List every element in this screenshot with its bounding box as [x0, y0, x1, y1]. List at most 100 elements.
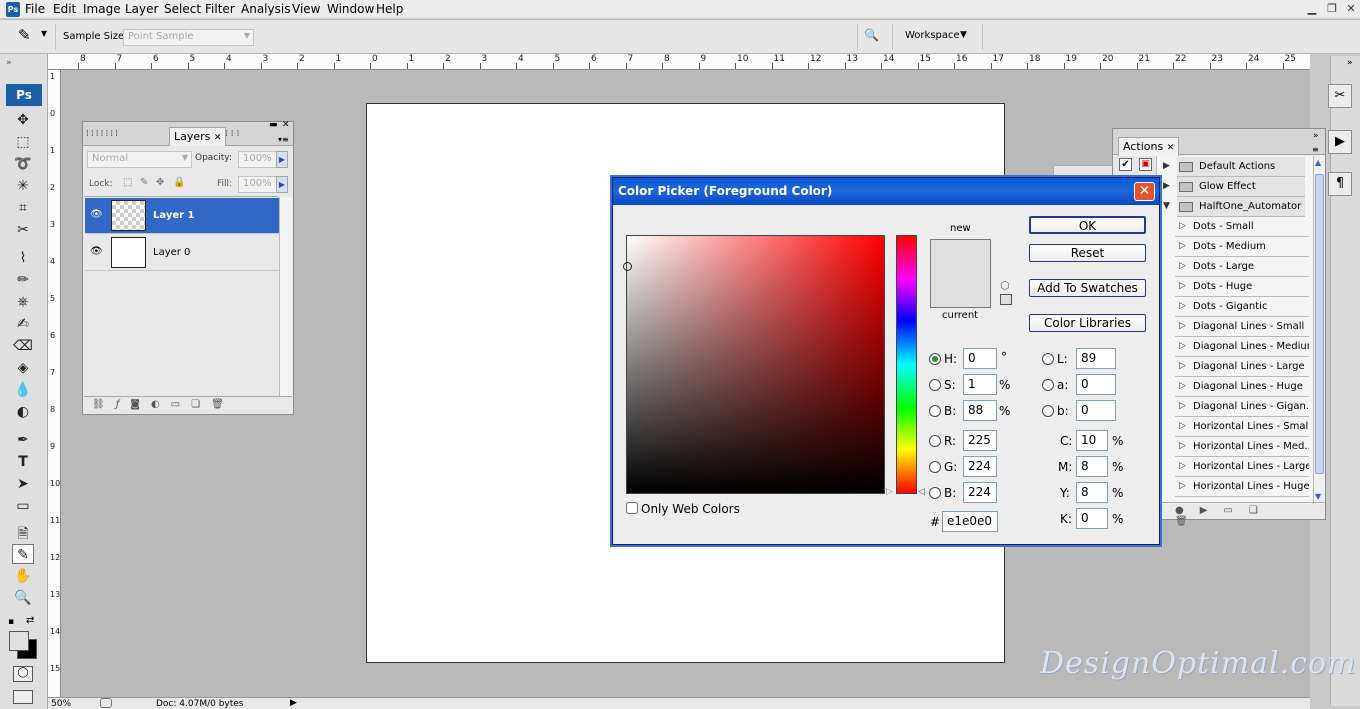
foreground-color-swatch[interactable] — [9, 631, 29, 651]
lock-position-icon[interactable]: ✥ — [156, 177, 164, 188]
delete-action-icon[interactable]: 🗑 — [1175, 516, 1204, 527]
eyedropper-icon[interactable]: ✎ — [18, 26, 31, 44]
hue-field[interactable]: 0 — [963, 348, 997, 369]
shape-tool-icon[interactable]: ▭ — [12, 496, 34, 516]
collapse-icon[interactable]: » — [1313, 131, 1319, 141]
fill-slider-icon[interactable]: ▶ — [276, 176, 288, 193]
workspace-button[interactable]: Workspace — [905, 30, 960, 41]
collapsed-triangle-icon[interactable]: ▷ — [1179, 281, 1186, 291]
play-icon[interactable]: ▶ — [1200, 505, 1224, 516]
action-row[interactable]: Diagonal Lines - Huge — [1175, 377, 1309, 397]
menu-help[interactable]: Help — [376, 2, 403, 16]
action-row[interactable]: Diagonal Lines - Small — [1175, 317, 1309, 337]
new-set-icon[interactable]: ▭ — [1223, 505, 1248, 516]
opacity-field[interactable]: 100% — [238, 151, 278, 168]
brush-tool-icon[interactable]: ✏ — [12, 270, 34, 290]
blur-tool-icon[interactable]: 💧 — [12, 380, 34, 400]
fill-field[interactable]: 100% — [238, 176, 278, 193]
collapsed-triangle-icon[interactable]: ▷ — [1179, 461, 1186, 471]
lab-b-field[interactable]: 0 — [1076, 400, 1116, 421]
collapsed-triangle-icon[interactable]: ▷ — [1179, 221, 1186, 231]
new-layer-icon[interactable]: ❏ — [191, 399, 211, 410]
lab-a-field[interactable]: 0 — [1076, 374, 1116, 395]
collapsed-triangle-icon[interactable]: ▷ — [1179, 381, 1186, 391]
status-icon[interactable] — [100, 698, 112, 708]
hue-slider[interactable] — [896, 235, 917, 494]
ps-logo-icon[interactable]: Ps — [6, 84, 42, 106]
action-row[interactable]: Diagonal Lines - Medium — [1175, 337, 1309, 357]
reset-button[interactable]: Reset — [1029, 244, 1146, 262]
red-radio[interactable] — [929, 435, 941, 447]
collapsed-triangle-icon[interactable]: ▷ — [1179, 361, 1186, 371]
action-row[interactable]: Dots - Huge — [1175, 277, 1309, 297]
lab-b-radio[interactable] — [1042, 405, 1054, 417]
toggle-item-checkbox[interactable]: ✔ — [1119, 158, 1132, 171]
hue-radio[interactable] — [929, 353, 941, 365]
black-field[interactable]: 0 — [1076, 508, 1108, 529]
collapsed-triangle-icon[interactable]: ▷ — [1179, 301, 1186, 311]
green-field[interactable]: 224 — [963, 456, 997, 477]
menu-image[interactable]: Image — [83, 2, 121, 16]
visibility-eye-icon[interactable]: 👁 — [90, 246, 103, 257]
tool-preset-dropdown-icon[interactable]: ▼ — [41, 29, 47, 38]
magenta-field[interactable]: 8 — [1076, 456, 1108, 477]
adjustment-layer-icon[interactable]: ◐ — [151, 399, 171, 410]
dialog-toggle-icon[interactable]: ▣ — [1139, 158, 1152, 171]
blue-field[interactable]: 224 — [963, 482, 997, 503]
add-to-swatches-button[interactable]: Add To Swatches — [1029, 279, 1146, 297]
paint-bucket-icon[interactable]: ◈ — [12, 358, 34, 378]
action-row[interactable]: Horizontal Lines - Med... — [1175, 437, 1309, 457]
fx-icon[interactable]: ƒ — [116, 399, 131, 410]
lock-transparent-icon[interactable]: ⬚ — [123, 177, 132, 188]
delete-layer-icon[interactable]: 🗑 — [211, 399, 235, 410]
web-safe-icon[interactable] — [1000, 294, 1012, 305]
expanded-triangle-icon[interactable]: ▼ — [1163, 201, 1170, 211]
layers-scrollbar[interactable] — [279, 197, 292, 397]
tab-actions[interactable]: Actions ✕ — [1118, 137, 1180, 156]
action-row[interactable]: Dots - Gigantic — [1175, 297, 1309, 317]
marquee-tool-icon[interactable]: ⬚ — [12, 132, 34, 152]
visibility-eye-icon[interactable]: 👁 — [90, 209, 103, 220]
close-icon[interactable]: ✕ — [1134, 182, 1155, 201]
menu-filter[interactable]: Filter — [205, 2, 235, 16]
magic-wand-tool-icon[interactable]: ✳ — [12, 176, 34, 196]
action-row[interactable]: Dots - Large — [1175, 257, 1309, 277]
saturation-field[interactable]: 1 — [963, 374, 997, 395]
color-marker[interactable] — [623, 262, 632, 271]
tool-presets-icon[interactable]: ✂ — [1328, 84, 1352, 108]
menu-edit[interactable]: Edit — [53, 2, 76, 16]
collapse-icon[interactable]: » — [6, 58, 12, 68]
menu-view[interactable]: View — [292, 2, 320, 16]
panel-close-icon[interactable]: ✕ — [282, 120, 290, 130]
panel-menu-icon[interactable]: ▾≡ — [278, 135, 289, 144]
restore-icon[interactable]: ❐ — [1324, 2, 1340, 16]
collapsed-triangle-icon[interactable]: ▶ — [1163, 161, 1170, 171]
dodge-tool-icon[interactable]: ◐ — [12, 402, 34, 422]
menu-layer[interactable]: Layer — [125, 2, 158, 16]
zoom-tool-icon[interactable]: 🔍 — [12, 588, 34, 608]
pen-tool-icon[interactable]: ✒ — [12, 430, 34, 450]
collapsed-triangle-icon[interactable]: ▷ — [1179, 441, 1186, 451]
collapsed-triangle-icon[interactable]: ▷ — [1179, 481, 1186, 491]
slice-tool-icon[interactable]: ✂ — [12, 220, 34, 240]
action-set-row[interactable]: Glow Effect — [1177, 177, 1305, 197]
workspace-dropdown-icon[interactable]: ▼ — [960, 30, 967, 40]
action-set-row[interactable]: Default Actions — [1177, 157, 1305, 177]
default-colors-icon[interactable]: ▪ — [8, 617, 14, 627]
eraser-tool-icon[interactable]: ⌫ — [12, 336, 34, 356]
lasso-tool-icon[interactable]: ➰ — [12, 154, 34, 174]
actions-play-icon[interactable]: ▶ — [1328, 130, 1352, 154]
actions-scrollbar[interactable]: ▲ ▼ — [1313, 156, 1325, 504]
collapsed-triangle-icon[interactable]: ▷ — [1179, 321, 1186, 331]
lab-l-field[interactable]: 89 — [1076, 348, 1116, 369]
panel-minimize-icon[interactable]: ▬ — [269, 120, 278, 130]
swap-colors-icon[interactable]: ⇄ — [26, 615, 34, 626]
notes-tool-icon[interactable]: 🗎 — [12, 524, 34, 544]
ok-button[interactable]: OK — [1029, 216, 1146, 234]
paragraph-icon[interactable]: ¶ — [1328, 172, 1352, 196]
action-row[interactable]: Horizontal Lines - Huge — [1175, 477, 1309, 497]
tab-strip-icons-2[interactable]: ⁞ ⁞ ⁞ — [225, 129, 239, 139]
opacity-slider-icon[interactable]: ▶ — [276, 151, 288, 168]
layer-row-0[interactable]: 👁 Layer 0 — [85, 235, 279, 271]
action-row[interactable]: Diagonal Lines - Large — [1175, 357, 1309, 377]
